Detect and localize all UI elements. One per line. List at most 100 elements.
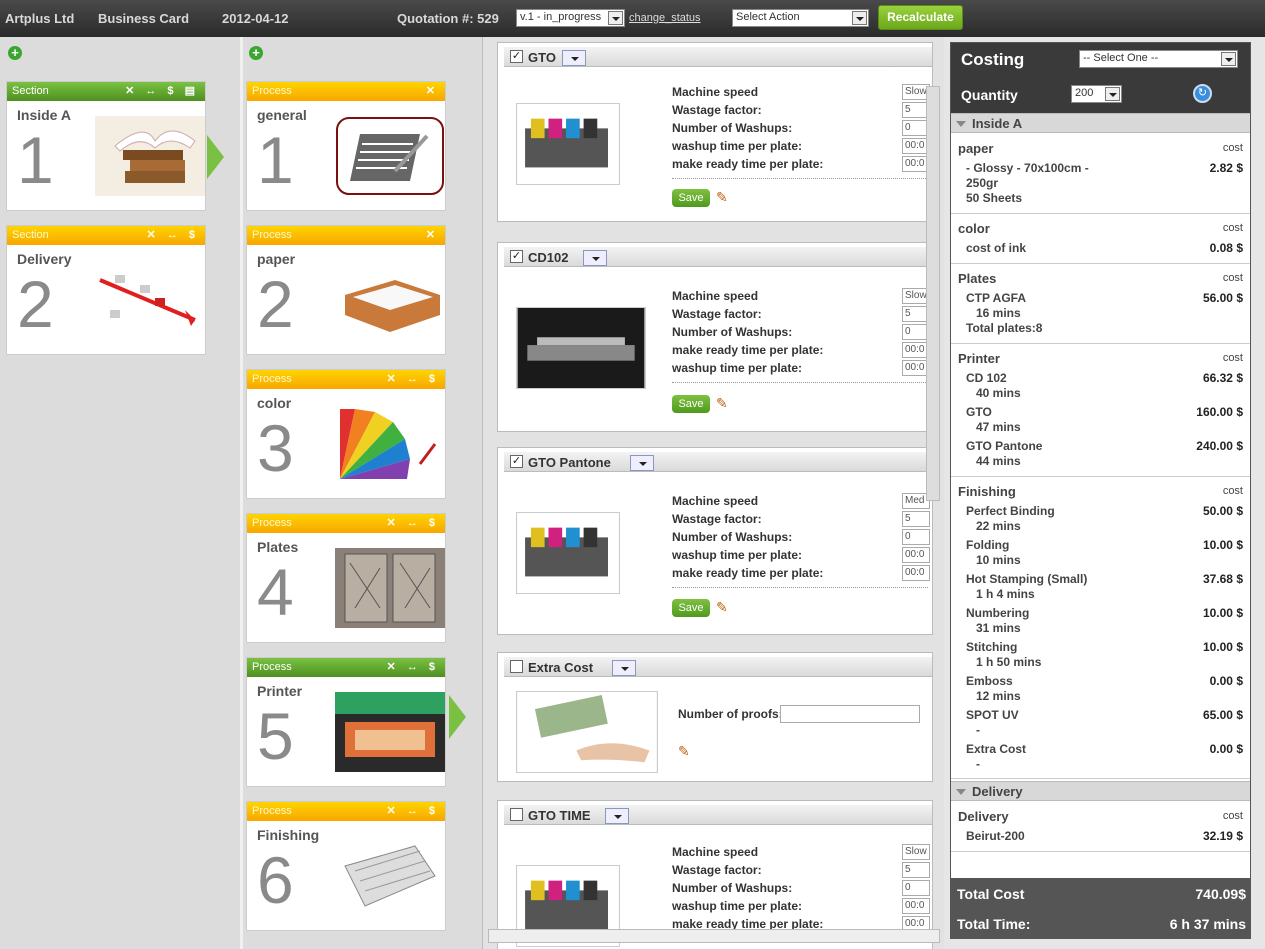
chevron-down-icon [608,11,623,25]
process-actions-icons[interactable]: ✕ ↔ $ [387,804,439,817]
machine-header: Extra Cost [504,657,932,677]
field-label: make ready time per plate: [672,157,824,171]
number-of-proofs-input[interactable] [780,705,920,723]
field-label: Wastage factor: [672,863,762,877]
divider [672,178,928,179]
section-number: 2 [17,267,54,341]
process-actions-icons[interactable]: ✕ ↔ $ [387,372,439,385]
field-label: Machine speed [672,289,759,303]
save-button[interactable]: Save [672,395,710,413]
add-section-icon[interactable]: + [8,46,22,60]
machine-dropdown[interactable] [562,50,586,66]
machine-checkbox[interactable]: ✓ [510,455,523,468]
wastage-factor-input[interactable]: 5 [902,862,930,878]
item-name: SPOT UV [966,708,1019,722]
machine-checkbox[interactable] [510,660,523,673]
washup-time-input[interactable]: 00:0 [902,547,930,563]
version-select[interactable]: v.1 - in_progress [516,9,625,27]
section-actions-icons[interactable]: ✕ ↔ $ [147,228,199,241]
section-number: 1 [17,123,54,197]
machine-name: GTO TIME [528,808,591,823]
add-process-icon[interactable]: + [249,46,263,60]
item-duration: 44 mins [976,454,1021,468]
process-name: Printer [257,683,303,699]
machine-header: ✓ GTO Pantone [504,452,932,472]
recalculate-button[interactable]: Recalculate [878,5,963,30]
washups-input[interactable]: 0 [902,529,930,545]
divider [672,587,928,588]
costing-panel: Costing -- Select One -- Quantity 200 ↻ … [950,42,1251,939]
pencil-icon[interactable]: ✎ [716,395,732,411]
costing-section-delivery[interactable]: Delivery [951,781,1250,801]
process-name: general [257,107,307,123]
horizontal-scrollbar[interactable] [488,929,940,943]
group-name: Delivery [958,809,1009,824]
costing-section-inside-a[interactable]: Inside A [951,113,1250,133]
pencil-icon[interactable]: ✎ [716,599,732,615]
section-actions-icons[interactable]: ✕ ↔ $ ▤ [125,84,199,97]
divider [672,382,928,383]
process-card-general[interactable]: Process ✕ general 1 [246,81,446,211]
section-header: Section ✕ ↔ $ [7,226,205,245]
item-name: Stitching [966,640,1018,654]
save-button[interactable]: Save [672,599,710,617]
pencil-icon[interactable]: ✎ [716,189,732,205]
costing-select[interactable]: -- Select One -- [1079,50,1238,68]
process-card-color[interactable]: Process ✕ ↔ $ color 3 [246,369,446,499]
field-label: Number of Washups: [672,121,793,135]
item-name: Folding [966,538,1010,552]
item-name: Hot Stamping (Small) [966,572,1088,586]
quantity-select[interactable]: 200 [1071,85,1122,103]
machine-checkbox[interactable]: ✓ [510,250,523,263]
total-plates: Total plates:8 [966,321,1043,335]
item-value: 32.19 $ [1202,829,1243,843]
process-name: color [257,395,292,411]
process-header: Process ✕ ↔ $ [247,514,445,533]
section-card-inside-a[interactable]: Section ✕ ↔ $ ▤ Inside A 1 [6,81,206,211]
item-name: CTP AGFA [966,291,1027,305]
field-label: make ready time per plate: [672,343,824,357]
item-duration: - [976,723,980,737]
wastage-factor-input[interactable]: 5 [902,511,930,527]
quotation-number: Quotation #: 529 [397,11,499,26]
group-name: Finishing [958,484,1016,499]
process-card-printer[interactable]: Process ✕ ↔ $ Printer 5 [246,657,446,787]
machine-dropdown[interactable] [630,455,654,471]
field-label: Machine speed [672,494,759,508]
action-select[interactable]: Select Action [732,9,869,27]
machine-dropdown[interactable] [605,808,629,824]
washups-input[interactable]: 0 [902,880,930,896]
process-card-plates[interactable]: Process ✕ ↔ $ Plates 4 [246,513,446,643]
washup-time-input[interactable]: 00:0 [902,898,930,914]
machine-speed-input[interactable]: Slow [902,844,930,860]
close-icon[interactable]: ✕ [426,84,439,97]
close-icon[interactable]: ✕ [426,228,439,241]
change-status-link[interactable]: change_status [629,12,701,24]
item-value: 0.00 $ [1209,674,1243,688]
machine-header: ✓ CD102 [504,247,932,267]
machine-dropdown[interactable] [612,660,636,676]
arrow-right-icon [207,135,224,179]
machine-header: GTO TIME [504,805,932,825]
arrow-right-icon [449,695,466,739]
item-name: GTO [966,405,992,419]
process-actions-icons[interactable]: ✕ ↔ $ [387,660,439,673]
pencil-icon[interactable]: ✎ [678,743,694,759]
item-name: Beirut-200 [966,829,1025,843]
refresh-icon[interactable]: ↻ [1193,84,1212,103]
item-duration: - [976,757,980,771]
section-card-delivery[interactable]: Section ✕ ↔ $ Delivery 2 [6,225,206,355]
vertical-scrollbar[interactable] [926,86,940,501]
process-card-paper[interactable]: Process ✕ paper 2 [246,225,446,355]
save-button[interactable]: Save [672,189,710,207]
offset-press-image [516,512,620,594]
make-ready-time-input[interactable]: 00:0 [902,565,930,581]
process-card-finishing[interactable]: Process ✕ ↔ $ Finishing 6 [246,801,446,931]
machine-checkbox[interactable]: ✓ [510,50,523,63]
process-actions-icons[interactable]: ✕ ↔ $ [387,516,439,529]
machine-panel-gto: ✓ GTO Machine speed Wastage factor: Numb… [497,42,933,222]
machine-checkbox[interactable] [510,808,523,821]
machine-dropdown[interactable] [583,250,607,266]
item-name: Emboss [966,674,1013,688]
printer-image [335,692,445,772]
